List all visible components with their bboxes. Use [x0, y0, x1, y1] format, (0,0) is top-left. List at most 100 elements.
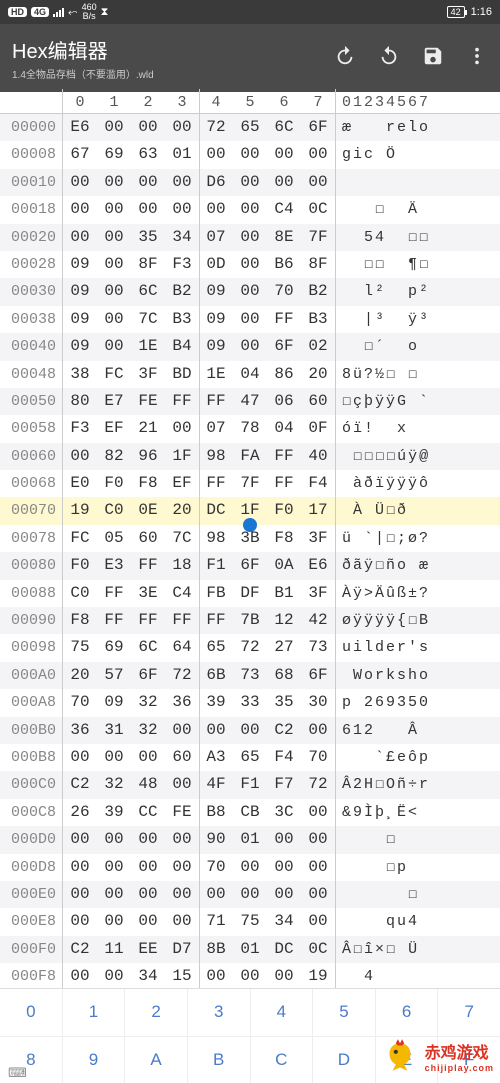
hex-byte[interactable]: 60: [131, 525, 165, 552]
hex-byte[interactable]: FF: [267, 306, 301, 333]
hex-row[interactable]: 0002809008FF30D00B68F ☐☐ ¶☐: [0, 251, 500, 278]
hex-byte[interactable]: 6F: [131, 662, 165, 689]
hex-row[interactable]: 00078FC05607C983BF83Fü `|☐;ø?: [0, 525, 500, 552]
hex-byte[interactable]: 12: [267, 607, 301, 634]
hex-byte[interactable]: B2: [165, 278, 199, 305]
hex-byte[interactable]: 00: [165, 717, 199, 744]
ascii-cell[interactable]: øÿÿÿÿ{☐B: [336, 607, 430, 634]
hex-byte[interactable]: 00: [131, 196, 165, 223]
hex-byte[interactable]: FC: [97, 361, 131, 388]
hex-row[interactable]: 000F80000341500000019 4: [0, 963, 500, 990]
hex-byte[interactable]: 6B: [199, 662, 233, 689]
hex-byte[interactable]: 00: [63, 854, 97, 881]
hex-row[interactable]: 000200000353407008E7F 54 ☐☐: [0, 224, 500, 251]
hex-byte[interactable]: 72: [233, 634, 267, 661]
hex-byte[interactable]: B8: [199, 799, 233, 826]
hex-byte[interactable]: 6C: [131, 278, 165, 305]
hex-byte[interactable]: 70: [267, 278, 301, 305]
hex-byte[interactable]: 96: [131, 443, 165, 470]
hex-byte[interactable]: 35: [267, 689, 301, 716]
hex-byte[interactable]: 00: [199, 141, 233, 168]
hex-byte[interactable]: F8: [131, 470, 165, 497]
ascii-cell[interactable]: Worksho: [336, 662, 430, 689]
hex-byte[interactable]: 00: [63, 908, 97, 935]
hex-byte[interactable]: 70: [301, 744, 335, 771]
hex-byte[interactable]: B3: [301, 306, 335, 333]
hex-byte[interactable]: 8B: [199, 936, 233, 963]
hex-byte[interactable]: 00: [97, 333, 131, 360]
hex-byte[interactable]: FA: [233, 443, 267, 470]
hex-byte[interactable]: B1: [267, 580, 301, 607]
hex-byte[interactable]: 01: [233, 936, 267, 963]
hex-byte[interactable]: F0: [97, 470, 131, 497]
hex-byte[interactable]: FF: [97, 607, 131, 634]
hex-byte[interactable]: B2: [301, 278, 335, 305]
hex-byte[interactable]: 00: [233, 278, 267, 305]
hex-byte[interactable]: 73: [233, 662, 267, 689]
key-C[interactable]: C: [251, 1037, 314, 1083]
hex-byte[interactable]: 3F: [131, 361, 165, 388]
hex-byte[interactable]: 00: [267, 963, 301, 990]
hex-byte[interactable]: 07: [199, 224, 233, 251]
hex-byte[interactable]: 34: [165, 224, 199, 251]
hex-byte[interactable]: 00: [233, 717, 267, 744]
hex-byte[interactable]: 00: [233, 141, 267, 168]
hex-row[interactable]: 00080F0E3FF18F16F0AE6ðãÿ☐ño æ: [0, 552, 500, 579]
hex-byte[interactable]: 00: [165, 826, 199, 853]
hex-byte[interactable]: C2: [63, 936, 97, 963]
hex-byte[interactable]: 00: [97, 744, 131, 771]
hex-byte[interactable]: F3: [63, 415, 97, 442]
hex-byte[interactable]: 00: [97, 854, 131, 881]
hex-byte[interactable]: 36: [63, 717, 97, 744]
ascii-cell[interactable]: ☐☐ ¶☐: [336, 251, 430, 278]
hex-byte[interactable]: 19: [301, 963, 335, 990]
key-A[interactable]: A: [125, 1037, 188, 1083]
ascii-cell[interactable]: 54 ☐☐: [336, 224, 430, 251]
hex-byte[interactable]: 00: [233, 963, 267, 990]
hex-byte[interactable]: 6F: [301, 114, 335, 141]
hex-byte[interactable]: 00: [267, 826, 301, 853]
hex-row[interactable]: 000A020576F726B73686F Worksho: [0, 662, 500, 689]
redo-button[interactable]: [378, 45, 400, 72]
hex-byte[interactable]: FB: [199, 580, 233, 607]
hex-byte[interactable]: C0: [97, 497, 131, 524]
hex-byte[interactable]: 73: [301, 634, 335, 661]
hex-byte[interactable]: FF: [267, 470, 301, 497]
hex-byte[interactable]: 00: [165, 881, 199, 908]
hex-byte[interactable]: 90: [199, 826, 233, 853]
hex-byte[interactable]: EF: [165, 470, 199, 497]
hex-byte[interactable]: 1F: [233, 497, 267, 524]
hex-byte[interactable]: 00: [131, 854, 165, 881]
hex-byte[interactable]: 00: [165, 114, 199, 141]
key-7[interactable]: 7: [438, 989, 500, 1036]
hex-byte[interactable]: B6: [267, 251, 301, 278]
hex-byte[interactable]: F4: [267, 744, 301, 771]
ascii-cell[interactable]: óï! x: [336, 415, 430, 442]
hex-byte[interactable]: 00: [97, 169, 131, 196]
hex-row[interactable]: 00058F3EF21000778040Fóï! x: [0, 415, 500, 442]
hex-byte[interactable]: 00: [131, 908, 165, 935]
hex-byte[interactable]: 0F: [301, 415, 335, 442]
hex-byte[interactable]: E6: [301, 552, 335, 579]
ascii-cell[interactable]: Àÿ>Äûß±?: [336, 580, 430, 607]
hex-byte[interactable]: 8F: [131, 251, 165, 278]
hex-byte[interactable]: 68: [267, 662, 301, 689]
hex-row[interactable]: 000B800000060A365F470 `£eôp: [0, 744, 500, 771]
hex-row[interactable]: 00088C0FF3EC4FBDFB13FÀÿ>Äûß±?: [0, 580, 500, 607]
hex-row[interactable]: 0001000000000D6000000: [0, 169, 500, 196]
hex-byte[interactable]: 36: [165, 689, 199, 716]
hex-byte[interactable]: 11: [97, 936, 131, 963]
ascii-cell[interactable]: 4: [336, 963, 430, 990]
hex-byte[interactable]: 34: [131, 963, 165, 990]
hex-byte[interactable]: 09: [97, 689, 131, 716]
hex-row[interactable]: 000F0C211EED78B01DC0CÂ☐î×☐ Ü: [0, 936, 500, 963]
hex-editor[interactable]: 01234567 01234567 00000E600000072656C6Fæ…: [0, 92, 500, 1073]
hex-byte[interactable]: FF: [97, 580, 131, 607]
hex-byte[interactable]: C4: [267, 196, 301, 223]
hex-byte[interactable]: 00: [233, 306, 267, 333]
hex-byte[interactable]: F0: [267, 497, 301, 524]
hex-byte[interactable]: DF: [233, 580, 267, 607]
hex-byte[interactable]: 00: [267, 169, 301, 196]
hex-byte[interactable]: 65: [233, 744, 267, 771]
hex-byte[interactable]: 31: [97, 717, 131, 744]
